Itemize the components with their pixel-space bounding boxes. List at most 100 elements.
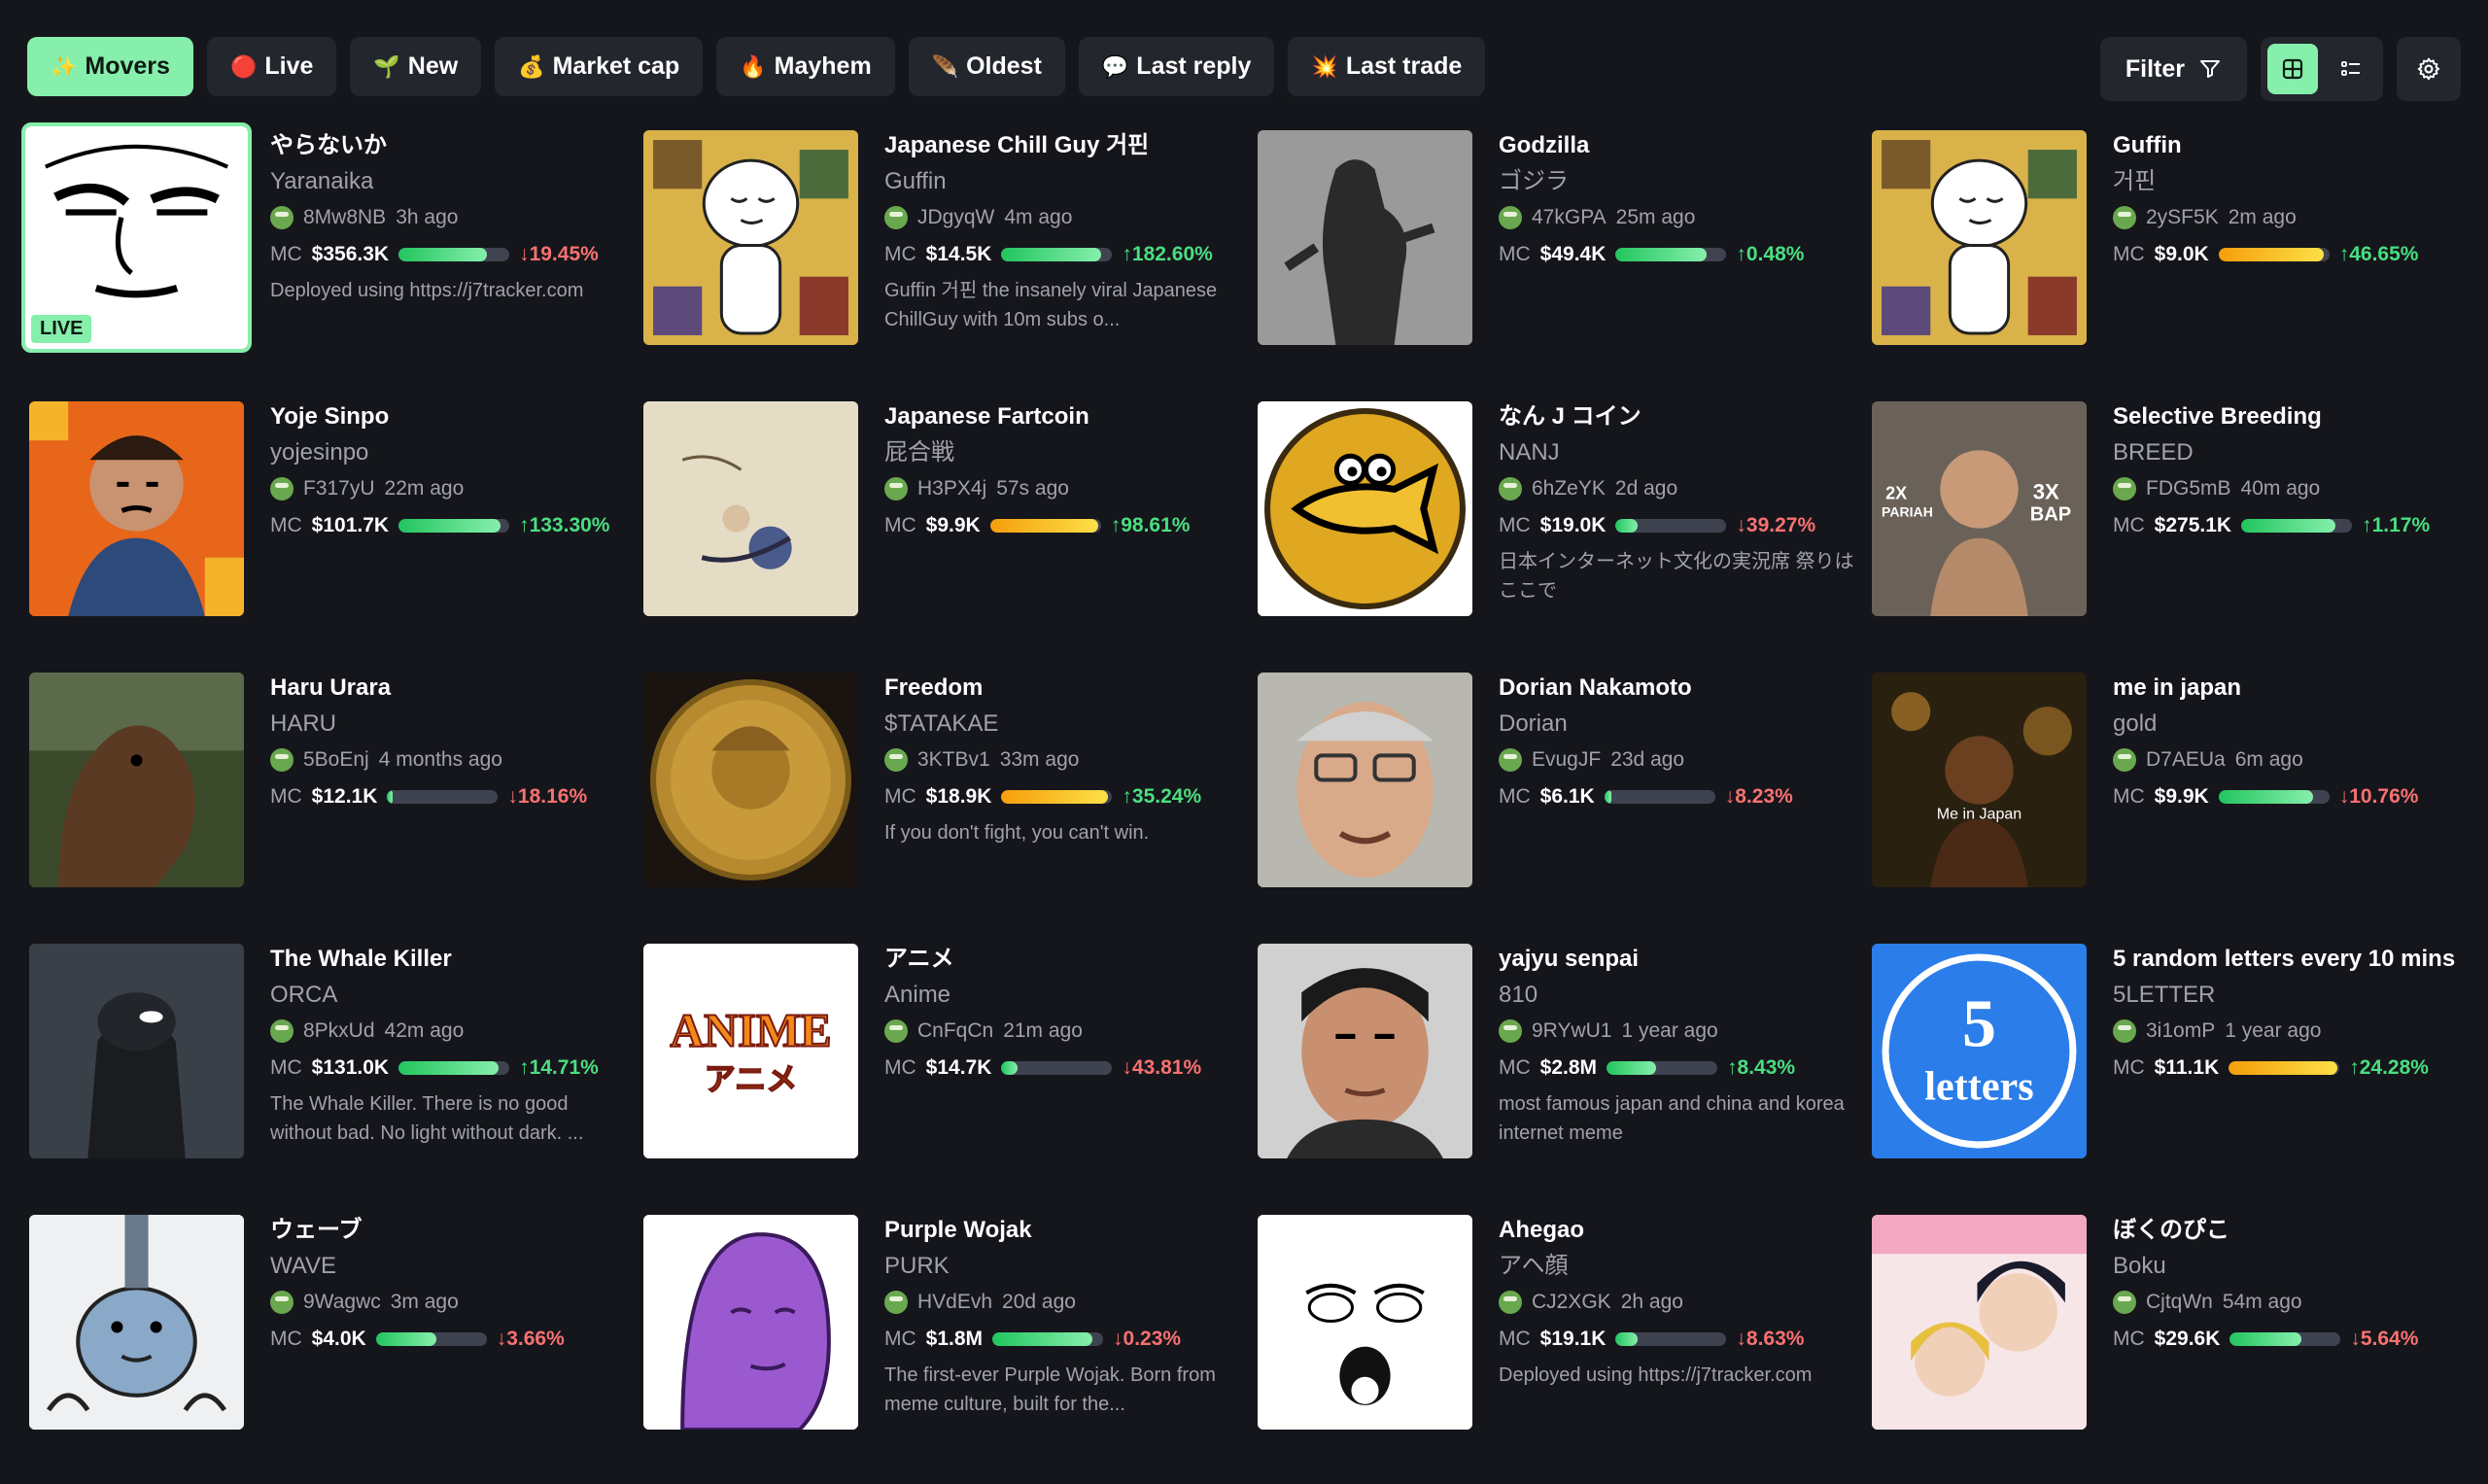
token-thumbnail[interactable] (643, 401, 858, 616)
token-thumbnail[interactable] (1258, 401, 1472, 616)
token-ticker: Guffin (884, 168, 947, 194)
creator-address[interactable]: CjtqWn (2146, 1285, 2213, 1320)
token-thumbnail[interactable] (1258, 944, 1472, 1158)
token-thumbnail[interactable] (1258, 673, 1472, 887)
token-thumbnail[interactable]: 5 letters (1872, 944, 2087, 1158)
bonding-progress-bar (1001, 790, 1113, 804)
tab-movers[interactable]: ✨ Movers (27, 37, 193, 96)
token-thumbnail[interactable] (29, 673, 244, 887)
tab-last-trade[interactable]: 💥 Last trade (1288, 37, 1486, 96)
token-card[interactable]: Ahegao アヘ顔 CJ2XGK 2h ago MC $19.1K ↓8.63% Deplo… (1256, 1213, 1850, 1484)
creator-address[interactable]: HVdEvh (917, 1285, 992, 1320)
creator-address[interactable]: 5BoEnj (303, 742, 369, 777)
token-card[interactable]: ANIME アニメ アニメ Anime CnFqCn 21m ago MC $14.7K ↓43… (641, 942, 1236, 1213)
token-info: me in japan gold D7AEUa 6m ago MC $9.9K ↓10.76… (2113, 671, 2472, 816)
settings-button[interactable] (2397, 37, 2461, 101)
creator-address[interactable]: EvugJF (1532, 742, 1601, 777)
token-card[interactable]: Japanese Fartcoin 屁合戦 H3PX4j 57s ago MC $9.9K… (641, 399, 1236, 671)
price-change-value: 19.45% (529, 243, 599, 265)
token-card[interactable]: ウェーブ WAVE 9Wagwc 3m ago MC $4.0K ↓3.66% (27, 1213, 622, 1484)
bonding-progress-bar (1615, 519, 1727, 533)
filter-button[interactable]: Filter (2099, 37, 2247, 101)
token-thumbnail[interactable] (29, 401, 244, 616)
market-cap-label: MC (1499, 514, 1531, 536)
tab-live[interactable]: 🔴 Live (206, 37, 337, 96)
token-thumbnail[interactable] (29, 944, 244, 1158)
creator-address[interactable]: 3KTBv1 (917, 742, 990, 777)
bonding-progress-fill (387, 790, 394, 804)
token-thumbnail[interactable] (643, 130, 858, 345)
token-card[interactable]: Guffin 거핀 2ySF5K 2m ago MC $9.0K ↑46.65% (1870, 128, 2465, 399)
token-thumbnail[interactable] (1258, 1215, 1472, 1430)
list-view-button[interactable] (2326, 44, 2376, 94)
creator-address[interactable]: 2ySF5K (2146, 200, 2219, 235)
token-card[interactable]: LIVE やらないか Yaranaika 8Mw8NB 3h ago MC $356.3K ↓… (21, 122, 622, 399)
token-thumbnail[interactable] (643, 673, 858, 887)
token-card[interactable]: 5 letters 5 random letters every 10 mins 5L… (1870, 942, 2465, 1213)
token-card[interactable]: Freedom $TATAKAE 3KTBv1 33m ago MC $18.9K ↑35.… (641, 671, 1236, 942)
token-age: 1 year ago (2225, 1019, 2322, 1042)
tab-market-cap[interactable]: 💰 Market cap (495, 37, 704, 96)
token-thumbnail[interactable]: LIVE (21, 122, 252, 353)
list-icon (2339, 57, 2363, 81)
tab-oldest[interactable]: 🪶 Oldest (908, 37, 1065, 96)
token-card[interactable]: Japanese Chill Guy 거핀 Guffin JDgyqW 4m ago M… (641, 128, 1236, 399)
grid-view-button[interactable] (2267, 44, 2318, 94)
token-thumbnail[interactable] (29, 1215, 244, 1430)
creator-address[interactable]: D7AEUa (2146, 742, 2226, 777)
creator-address[interactable]: 8PkxUd (303, 1014, 375, 1049)
creator-address[interactable]: F317yU (303, 471, 375, 506)
tab-last-reply[interactable]: 💬 Last reply (1078, 37, 1275, 96)
creator-avatar-icon (1499, 748, 1522, 772)
tab-new[interactable]: 🌱 New (350, 37, 482, 96)
creator-address[interactable]: JDgyqW (917, 200, 994, 235)
price-change-value: 8.43% (1737, 1056, 1796, 1079)
creator-address[interactable]: CJ2XGK (1532, 1285, 1611, 1320)
creator-address[interactable]: 9RYwU1 (1532, 1014, 1611, 1049)
market-cap-value: $18.9K (925, 785, 992, 808)
market-cap-value: $131.0K (311, 1056, 390, 1079)
token-thumbnail[interactable] (1258, 130, 1472, 345)
creator-address[interactable]: FDG5mB (2146, 471, 2231, 506)
token-thumbnail[interactable] (643, 1215, 858, 1430)
token-meta: 3i1omP 1 year ago (2113, 1014, 2472, 1049)
creator-address[interactable]: 47kGPA (1532, 200, 1607, 235)
price-change: ↑24.28% (2349, 1049, 2429, 1087)
market-cap-label: MC (270, 1328, 302, 1350)
price-change: ↑14.71% (519, 1049, 599, 1087)
token-card[interactable]: Godzilla ゴジラ 47kGPA 25m ago MC $49.4K ↑0.48% (1256, 128, 1850, 399)
creator-address[interactable]: 9Wagwc (303, 1285, 381, 1320)
token-card[interactable]: The Whale Killer ORCA 8PkxUd 42m ago MC $131.… (27, 942, 622, 1213)
creator-address[interactable]: 8Mw8NB (303, 200, 386, 235)
bonding-progress-bar (1615, 1332, 1727, 1346)
token-card[interactable]: ぼくのぴこ Boku CjtqWn 54m ago MC $29.6K ↓5.64% (1870, 1213, 2465, 1484)
sort-tabs: ✨ Movers 🔴 Live 🌱 New 💰 Market cap 🔥 Mayhem 🪶 Oldes… (27, 37, 1486, 96)
price-change: ↑46.65% (2339, 235, 2419, 274)
price-change: ↑35.24% (1122, 777, 1201, 816)
token-card[interactable]: Dorian Nakamoto Dorian EvugJF 23d ago MC $6.1… (1256, 671, 1850, 942)
token-card[interactable]: Yoje Sinpo yojesinpo F317yU 22m ago MC $101.7… (27, 399, 622, 671)
token-info: Purple Wojak PURK HVdEvh 20d ago MC $1.8M ↓0.2… (884, 1213, 1244, 1419)
token-card[interactable]: Me in Japan me in japan gold D7AEUa 6m ago MC… (1870, 671, 2465, 942)
token-card[interactable]: 2X PARIAH 3X BAP Selective Breeding BREED FDG5… (1870, 399, 2465, 671)
creator-address[interactable]: 3i1omP (2146, 1014, 2215, 1049)
token-age: 40m ago (2240, 477, 2321, 500)
token-thumbnail[interactable]: ANIME アニメ (643, 944, 858, 1158)
tab-mayhem[interactable]: 🔥 Mayhem (716, 37, 895, 96)
token-card[interactable]: なん J コイン NANJ 6hZeYK 2d ago MC $19.0K ↓39.27% 日… (1256, 399, 1854, 671)
token-card[interactable]: Purple Wojak PURK HVdEvh 20d ago MC $1.8M ↓0.2… (641, 1213, 1236, 1484)
token-thumbnail[interactable] (1872, 1215, 2087, 1430)
token-card[interactable]: Haru Urara HARU 5BoEnj 4 months ago MC $12.1K… (27, 671, 622, 942)
svg-text:アニメ: アニメ (705, 1061, 798, 1098)
tab-icon: 💰 (518, 53, 545, 79)
token-thumbnail[interactable]: 2X PARIAH 3X BAP (1872, 401, 2087, 616)
token-thumbnail[interactable]: Me in Japan (1872, 673, 2087, 887)
market-cap-label: MC (884, 1056, 916, 1079)
arrow-down-icon: ↓ (519, 243, 530, 265)
token-thumbnail[interactable] (1872, 130, 2087, 345)
creator-address[interactable]: H3PX4j (917, 471, 986, 506)
creator-address[interactable]: CnFqCn (917, 1014, 993, 1049)
token-card[interactable]: yajyu senpai 810 9RYwU1 1 year ago MC $2.8M ↑8… (1256, 942, 1850, 1213)
creator-address[interactable]: 6hZeYK (1532, 471, 1606, 506)
market-cap-label: MC (2113, 785, 2145, 808)
